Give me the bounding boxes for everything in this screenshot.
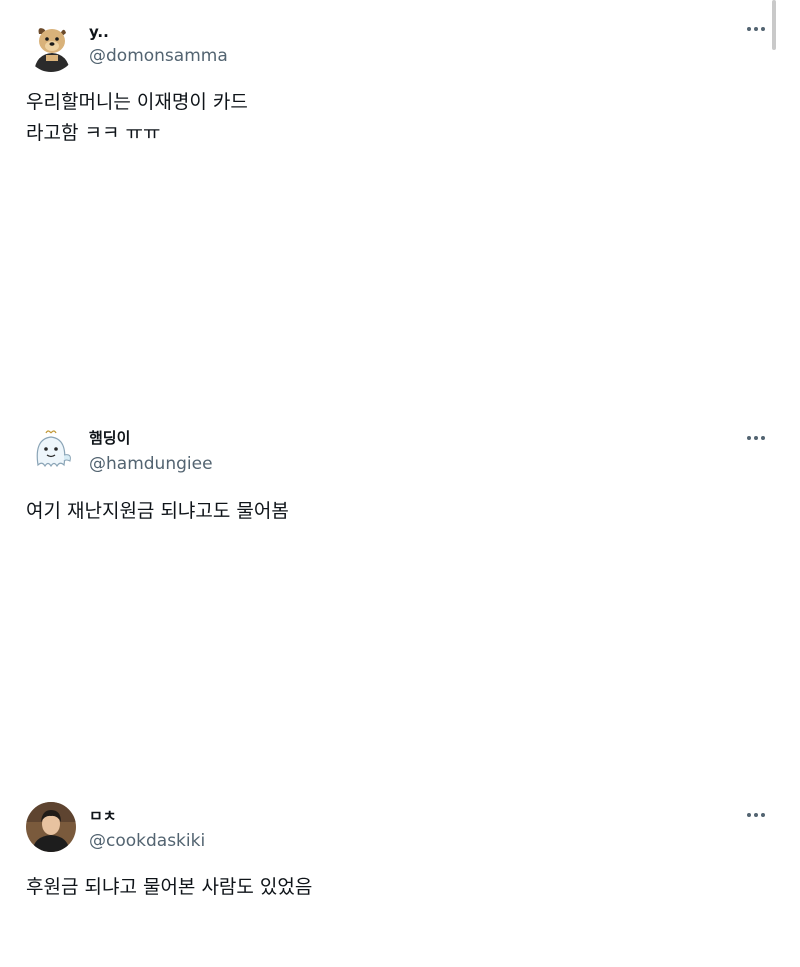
dog-avatar-icon[interactable]	[26, 22, 76, 72]
display-name[interactable]: y..	[89, 22, 109, 42]
user-handle[interactable]: @hamdungiee	[89, 453, 213, 475]
cartoon-ghost-avatar-icon[interactable]	[26, 425, 76, 475]
tweet-text: 후원금 되냐고 물어본 사람도 있었음	[26, 876, 313, 898]
tweet-card[interactable]: ㅁㅊ @cookdaskiki 후원금 되냐고 물어본 사람도 있었음	[0, 780, 800, 967]
more-options-icon[interactable]	[738, 803, 774, 827]
user-handle[interactable]: @domonsamma	[89, 45, 228, 67]
person-photo-avatar-icon[interactable]	[26, 802, 76, 852]
tweet-text: 여기 재난지원금 되냐고도 물어봄	[26, 500, 289, 522]
tweet-text: 우리할머니는 이재명이 카드 라고함 ㅋㅋ ㅠㅠ	[26, 91, 248, 144]
more-options-icon[interactable]	[738, 426, 774, 450]
display-name[interactable]: 햄딩이	[89, 428, 130, 448]
tweet-card[interactable]: 햄딩이 @hamdungiee 여기 재난지원금 되냐고도 물어봄	[0, 400, 800, 780]
display-name[interactable]: ㅁㅊ	[89, 806, 117, 826]
tweet-card[interactable]: y.. @domonsamma 우리할머니는 이재명이 카드 라고함 ㅋㅋ ㅠㅠ	[0, 0, 800, 400]
user-handle[interactable]: @cookdaskiki	[89, 830, 205, 852]
tweet-feed: y.. @domonsamma 우리할머니는 이재명이 카드 라고함 ㅋㅋ ㅠㅠ	[0, 0, 800, 967]
more-options-icon[interactable]	[738, 17, 774, 41]
